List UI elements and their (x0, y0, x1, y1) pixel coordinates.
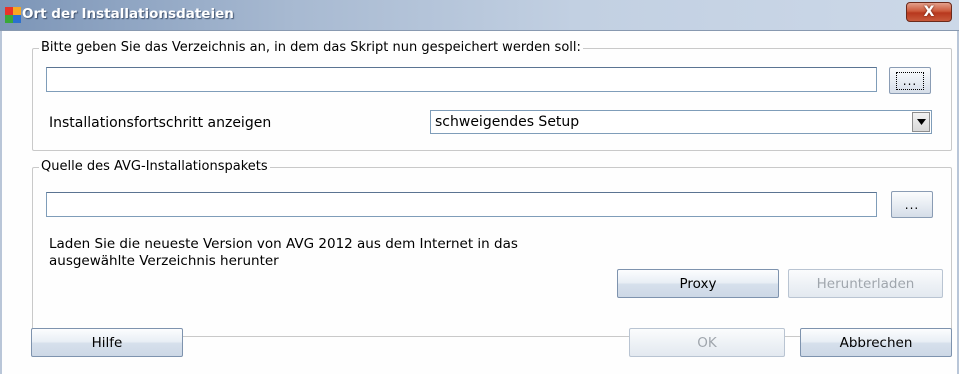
download-button-label: Herunterladen (816, 275, 915, 292)
close-button[interactable]: X (906, 2, 952, 22)
help-button[interactable]: Hilfe (31, 328, 183, 357)
download-button[interactable]: Herunterladen (788, 269, 943, 298)
progress-label: Installationsfortschritt anzeigen (49, 115, 272, 131)
script-browse-label: ... (895, 71, 925, 90)
download-description-line2: ausgewählte Verzeichnis herunter (49, 253, 279, 269)
progress-dropdown-value: schweigendes Setup (435, 114, 580, 130)
title-bar[interactable]: Ort der Installationsdateien X (0, 0, 959, 31)
package-browse-button[interactable]: ... (891, 191, 933, 218)
script-location-group: Bitte geben Sie das Verzeichnis an, in d… (32, 40, 952, 151)
script-location-legend: Bitte geben Sie das Verzeichnis an, in d… (39, 40, 583, 55)
cancel-button[interactable]: Abbrechen (800, 328, 952, 357)
proxy-button-label: Proxy (679, 275, 717, 292)
ok-button-label: OK (697, 334, 717, 351)
window-title: Ort der Installationsdateien (22, 6, 234, 22)
package-path-input[interactable] (46, 192, 877, 217)
dialog-body: Bitte geben Sie das Verzeichnis an, in d… (0, 31, 959, 374)
progress-dropdown[interactable]: schweigendes Setup (430, 110, 932, 134)
avg-app-icon (5, 7, 21, 23)
script-browse-button[interactable]: ... (889, 67, 931, 94)
chevron-down-icon (916, 119, 926, 125)
dropdown-button[interactable] (912, 112, 930, 132)
close-icon: X (923, 4, 935, 20)
cancel-button-label: Abbrechen (839, 334, 913, 351)
package-source-legend: Quelle des AVG-Installationspakets (39, 159, 270, 174)
download-description-line1: Laden Sie die neueste Version von AVG 20… (49, 236, 518, 252)
package-browse-label: ... (904, 197, 920, 212)
script-path-input[interactable] (46, 67, 877, 92)
help-button-label: Hilfe (91, 334, 123, 351)
proxy-button[interactable]: Proxy (617, 269, 779, 298)
ok-button[interactable]: OK (629, 328, 785, 357)
dialog-window: Ort der Installationsdateien X Bitte geb… (0, 0, 959, 374)
